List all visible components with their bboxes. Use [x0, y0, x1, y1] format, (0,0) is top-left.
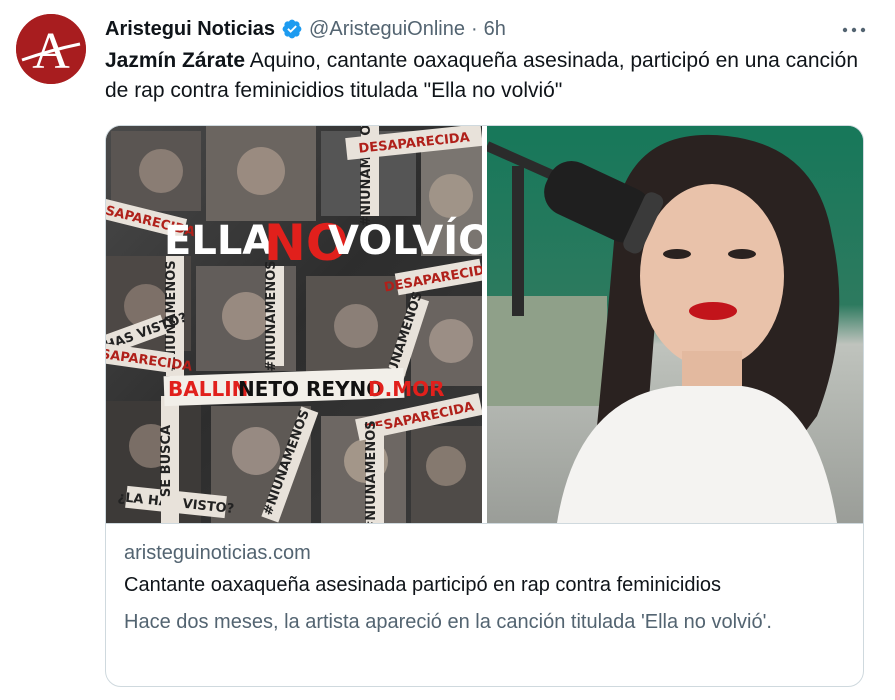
- card-domain: aristeguinoticias.com: [124, 542, 311, 564]
- mention-name: Jazmín Zárate: [105, 49, 246, 72]
- svg-text:VOLVÍO: VOLVÍO: [328, 216, 482, 264]
- verified-badge-icon: [281, 18, 303, 40]
- link-card[interactable]: #NIUNAMENOS DESAPARECIDA DESAPARECIDA #N…: [105, 125, 864, 687]
- more-options-icon[interactable]: [839, 16, 869, 44]
- card-description: Hace dos meses, la artista apareció en l…: [124, 611, 772, 633]
- svg-text:#NIUNAMENOS: #NIUNAMENOS: [264, 260, 279, 371]
- handle[interactable]: @AristeguiOnline: [309, 18, 465, 41]
- svg-text:NETO REYNO: NETO REYNO: [238, 377, 383, 401]
- svg-text:#NIUNAMENOS: #NIUNAMENOS: [364, 420, 379, 523]
- card-title: Cantante oaxaqueña asesinada participó e…: [124, 574, 722, 596]
- svg-text:BALLIN: BALLIN: [168, 377, 248, 401]
- display-name[interactable]: Aristegui Noticias: [105, 18, 275, 41]
- tweet-text: Jazmín Zárate Aquino, cantante oaxaqueña…: [105, 46, 865, 106]
- tweet[interactable]: A Aristegui Noticias @AristeguiOnline · …: [0, 0, 895, 700]
- card-meta[interactable]: aristeguinoticias.com Cantante oaxaqueña…: [106, 523, 863, 686]
- avatar[interactable]: A: [16, 14, 86, 84]
- tweet-header: Aristegui Noticias @AristeguiOnline · 6h: [105, 14, 506, 44]
- svg-text:D.MOR: D.MOR: [368, 377, 445, 401]
- song-poster-image[interactable]: #NIUNAMENOS DESAPARECIDA DESAPARECIDA #N…: [106, 126, 482, 523]
- card-media[interactable]: #NIUNAMENOS DESAPARECIDA DESAPARECIDA #N…: [106, 126, 863, 523]
- singer-photo-image[interactable]: [487, 126, 863, 523]
- separator-dot: ·: [470, 17, 478, 40]
- svg-text:SE BUSCA: SE BUSCA: [159, 425, 174, 497]
- timestamp[interactable]: 6h: [484, 18, 506, 41]
- svg-text:ELLA: ELLA: [164, 218, 273, 264]
- avatar-logo-icon: A: [16, 14, 86, 84]
